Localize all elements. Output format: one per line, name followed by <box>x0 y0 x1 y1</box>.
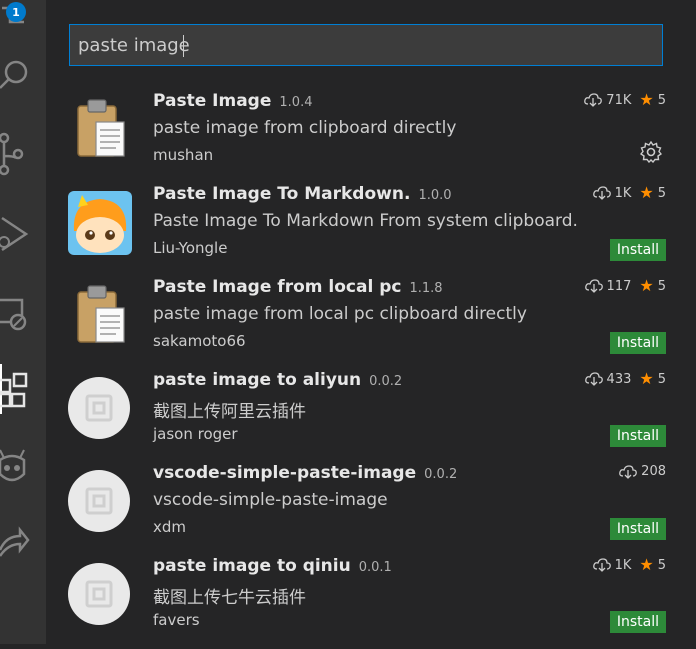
extension-version: 0.0.2 <box>424 467 458 482</box>
run-debug-icon[interactable] <box>0 210 46 258</box>
download-cloud-icon <box>584 279 603 293</box>
search-input[interactable] <box>78 25 648 65</box>
extension-name: vscode-simple-paste-image <box>153 463 417 483</box>
extension-description: 截图上传七牛云插件 <box>153 588 306 608</box>
extension-version: 1.0.4 <box>279 95 313 110</box>
extension-title: Paste Image To Markdown. 1.0.0 <box>153 184 452 204</box>
rating-value: 5 <box>657 92 666 108</box>
extension-description: vscode-simple-paste-image <box>153 490 388 510</box>
extension-version: 0.0.1 <box>358 560 392 575</box>
install-button[interactable]: Install <box>609 518 666 540</box>
extension-item[interactable]: Paste Image from local pc 1.1.8 paste ima… <box>46 277 696 370</box>
extension-title: Paste Image from local pc 1.1.8 <box>153 277 443 297</box>
extension-publisher: jason roger <box>153 425 238 443</box>
extension-description: paste image from clipboard directly <box>153 118 457 138</box>
source-control-icon[interactable] <box>0 130 46 178</box>
rating-value: 5 <box>657 278 666 294</box>
extension-name: Paste Image from local pc <box>153 277 402 297</box>
extension-version: 1.1.8 <box>409 281 443 296</box>
extension-item[interactable]: Paste Image To Markdown. 1.0.0 Paste Imag… <box>46 184 696 277</box>
extension-stats: 208 <box>619 464 666 479</box>
remote-explorer-icon[interactable] <box>0 292 46 340</box>
extension-publisher: Liu-Yongle <box>153 239 228 257</box>
default-extension-icon <box>68 470 132 534</box>
extension-stats: 433 ★ 5 <box>584 369 666 388</box>
live-share-icon[interactable] <box>0 518 46 566</box>
extension-description: Paste Image To Markdown From system clip… <box>153 211 578 231</box>
rating-value: 5 <box>657 557 666 573</box>
search-icon[interactable] <box>0 50 46 98</box>
extension-title: vscode-simple-paste-image 0.0.2 <box>153 463 457 483</box>
default-extension-icon <box>68 563 132 627</box>
notification-badge: 1 <box>6 2 26 22</box>
download-count: 208 <box>641 464 666 479</box>
extensions-search-box[interactable] <box>69 24 663 66</box>
clipboard-icon <box>68 98 132 162</box>
extension-title: paste image to aliyun 0.0.2 <box>153 370 402 390</box>
rating-value: 5 <box>657 185 666 201</box>
extension-stats: 71K ★ 5 <box>584 92 666 108</box>
cartoon-avatar-icon <box>68 191 132 255</box>
download-cloud-icon <box>592 186 611 200</box>
download-cloud-icon <box>584 93 603 107</box>
download-count: 1K <box>614 185 632 201</box>
install-button[interactable]: Install <box>609 611 666 633</box>
star-icon: ★ <box>639 555 654 574</box>
extension-publisher: mushan <box>153 146 214 164</box>
install-button[interactable]: Install <box>609 425 666 447</box>
extension-version: 1.0.0 <box>418 188 452 203</box>
extension-title: Paste Image 1.0.4 <box>153 91 312 111</box>
extension-stats: 1K ★ 5 <box>592 555 666 574</box>
install-button[interactable]: Install <box>609 332 666 354</box>
extension-publisher: xdm <box>153 518 187 536</box>
text-cursor <box>183 35 184 57</box>
alien-icon[interactable] <box>0 444 46 492</box>
extension-item[interactable]: paste image to qiniu 0.0.1 截图上传七牛云插件 fave… <box>46 556 696 649</box>
extension-publisher: sakamoto66 <box>153 332 246 350</box>
download-cloud-icon <box>619 464 638 479</box>
extension-name: Paste Image To Markdown. <box>153 184 411 204</box>
extension-publisher: favers <box>153 611 200 629</box>
extension-item[interactable]: vscode-simple-paste-image 0.0.2 vscode-si… <box>46 463 696 556</box>
download-cloud-icon <box>584 372 603 386</box>
default-extension-icon <box>68 377 132 441</box>
download-count: 117 <box>606 278 632 294</box>
clipboard-icon <box>68 284 132 348</box>
rating-value: 5 <box>657 371 666 387</box>
extension-name: paste image to qiniu <box>153 556 351 576</box>
download-count: 433 <box>606 371 632 387</box>
star-icon: ★ <box>639 183 654 202</box>
install-button[interactable]: Install <box>609 239 666 261</box>
star-icon: ★ <box>639 369 654 388</box>
download-count: 1K <box>614 557 632 573</box>
extension-stats: 117 ★ 5 <box>584 276 666 295</box>
extensions-sidebar: Paste Image 1.0.4 paste image from clipbo… <box>46 0 696 644</box>
star-icon: ★ <box>639 90 654 109</box>
extension-title: paste image to qiniu 0.0.1 <box>153 556 392 576</box>
extension-name: paste image to aliyun <box>153 370 362 390</box>
extension-item[interactable]: paste image to aliyun 0.0.2 截图上传阿里云插件 jas… <box>46 370 696 463</box>
extension-version: 0.0.2 <box>369 374 403 389</box>
extension-description: paste image from local pc clipboard dire… <box>153 304 527 324</box>
gear-icon[interactable] <box>639 140 663 167</box>
download-cloud-icon <box>592 558 611 572</box>
extension-description: 截图上传阿里云插件 <box>153 402 306 422</box>
extension-stats: 1K ★ 5 <box>592 183 666 202</box>
download-count: 71K <box>606 92 632 108</box>
extension-item[interactable]: Paste Image 1.0.4 paste image from clipbo… <box>46 91 696 184</box>
extensions-icon[interactable] <box>0 366 46 414</box>
activity-bar: 1 <box>0 0 46 644</box>
star-icon: ★ <box>639 276 654 295</box>
extension-name: Paste Image <box>153 91 272 111</box>
